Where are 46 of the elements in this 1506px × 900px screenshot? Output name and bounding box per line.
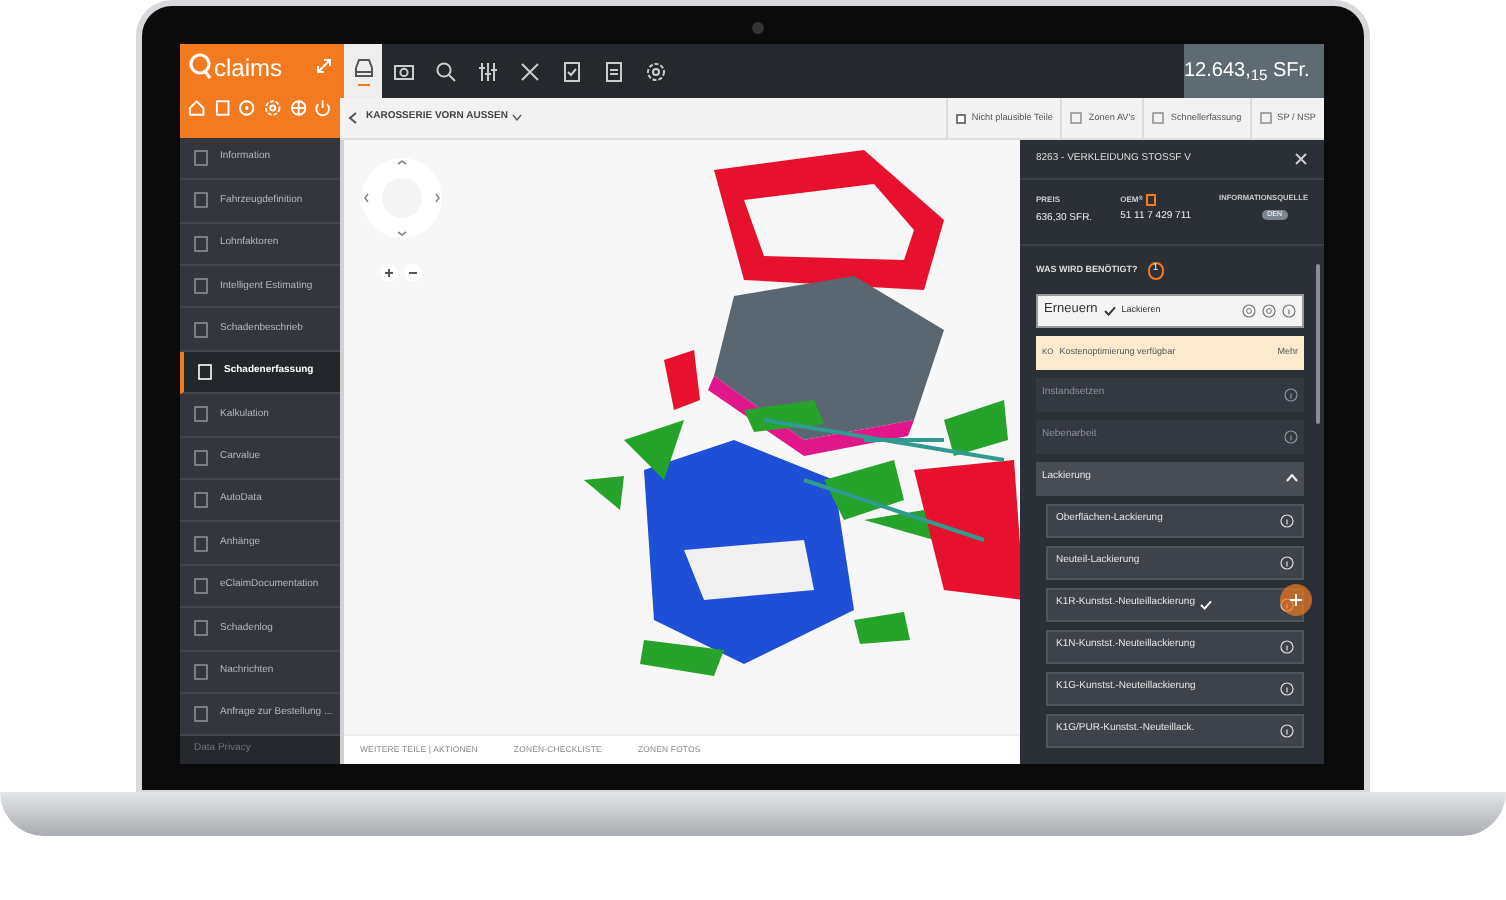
zoom-out-button[interactable] xyxy=(404,264,422,282)
back-chevron-icon[interactable] xyxy=(348,112,358,124)
checkmark-icon xyxy=(1200,599,1213,609)
small-square-icon xyxy=(1070,112,1083,124)
badge-icon[interactable] xyxy=(238,98,257,118)
page-icon xyxy=(194,663,208,680)
zoom-in-button[interactable] xyxy=(380,264,398,282)
page-icon xyxy=(194,192,208,209)
small-square-icon xyxy=(1152,112,1165,124)
camera-icon xyxy=(752,22,764,34)
settings-icon xyxy=(643,59,667,83)
power-icon[interactable] xyxy=(314,98,333,118)
search-icon xyxy=(433,59,457,83)
page-icon xyxy=(194,321,208,338)
small-square-icon xyxy=(1259,112,1272,124)
checklist-icon xyxy=(559,59,583,83)
home-icon[interactable] xyxy=(188,98,206,118)
page-icon xyxy=(194,449,208,466)
globe-icon[interactable] xyxy=(289,98,307,118)
total-amount: 12.643,$_{15}$ SFr. xyxy=(1184,58,1310,86)
page-icon xyxy=(194,577,208,594)
copy-icon[interactable] xyxy=(1146,194,1157,206)
scrollbar-thumb[interactable] xyxy=(1316,264,1320,424)
sliders-icon xyxy=(475,59,499,83)
page-icon xyxy=(194,278,208,295)
floating-action-button[interactable] xyxy=(1280,584,1312,616)
page-icon xyxy=(194,620,208,637)
page-icon xyxy=(194,706,208,723)
page-icon xyxy=(194,535,208,552)
document-icon xyxy=(601,59,625,83)
page-icon xyxy=(194,406,208,423)
page-icon xyxy=(194,235,208,252)
expand-icon[interactable] xyxy=(316,58,332,74)
page-icon xyxy=(194,492,208,509)
logo-icon xyxy=(188,52,214,80)
page-icon xyxy=(194,150,208,167)
checkbox[interactable] xyxy=(955,113,966,123)
checkmark-icon xyxy=(1103,305,1116,315)
logo-text: claims xyxy=(214,56,283,80)
close-icon[interactable] xyxy=(1294,152,1308,166)
toolbar-tab[interactable] xyxy=(340,44,382,98)
chevron-up-icon[interactable] xyxy=(1286,474,1298,482)
camera-icon xyxy=(391,59,415,83)
page-icon xyxy=(198,364,212,381)
caret-icon[interactable] xyxy=(511,114,522,122)
settings-icon[interactable] xyxy=(1242,303,1256,317)
